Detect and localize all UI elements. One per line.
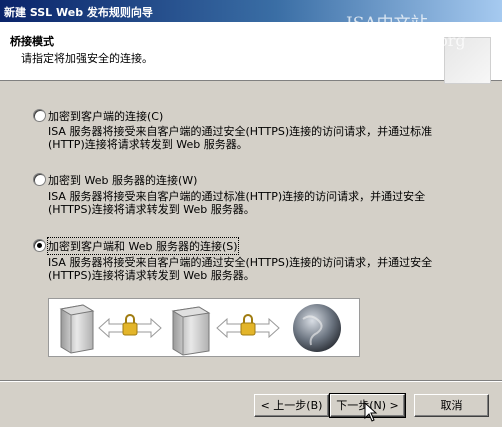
option-encrypt-web-server-label[interactable]: 加密到 Web 服务器的连接(W) bbox=[48, 172, 197, 188]
bridging-diagram bbox=[48, 298, 360, 357]
radio-encrypt-client[interactable] bbox=[33, 109, 46, 122]
watermark-url: http://www.isacn.org bbox=[297, 31, 466, 50]
radio-encrypt-web-server[interactable] bbox=[33, 173, 46, 186]
mouse-cursor-icon bbox=[364, 402, 378, 422]
cancel-button[interactable]: 取消 bbox=[414, 394, 489, 417]
option-encrypt-both-label[interactable]: 加密到客户端和 Web 服务器的连接(S) bbox=[47, 237, 239, 255]
globe-icon bbox=[293, 304, 341, 352]
diagram-svg bbox=[59, 304, 341, 356]
back-button[interactable]: < 上一步(B) bbox=[254, 394, 329, 417]
option-encrypt-web-server-desc: ISA 服务器将接受来自客户端的通过标准(HTTP)连接的访问请求，并通过安全(… bbox=[48, 190, 426, 216]
radio-encrypt-both[interactable] bbox=[33, 239, 46, 252]
isa-server-icon bbox=[171, 306, 211, 356]
button-separator bbox=[0, 380, 502, 382]
window-title: 新建 SSL Web 发布规则向导 bbox=[4, 6, 153, 19]
server-icon bbox=[59, 304, 95, 354]
page-subtitle: 请指定将加强安全的连接。 bbox=[21, 52, 153, 65]
page-title: 桥接模式 bbox=[10, 35, 54, 48]
arrow-lock-icon bbox=[98, 314, 162, 339]
option-encrypt-client-desc: ISA 服务器将接受来自客户端的通过安全(HTTPS)连接的访问请求，并通过标准… bbox=[48, 125, 433, 151]
arrow-lock-icon bbox=[216, 314, 280, 339]
option-encrypt-both-desc: ISA 服务器将接受来自客户端的通过安全(HTTPS)连接的访问请求，并通过安全… bbox=[48, 256, 433, 282]
option-encrypt-client-label[interactable]: 加密到客户端的连接(C) bbox=[48, 108, 163, 124]
